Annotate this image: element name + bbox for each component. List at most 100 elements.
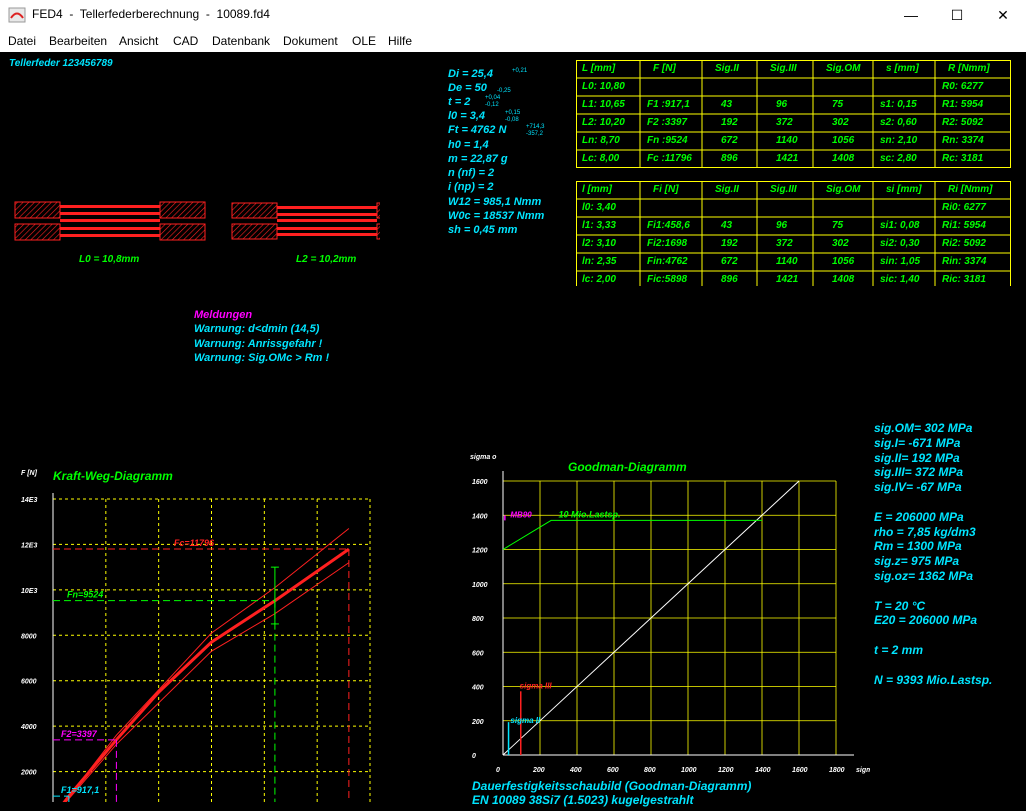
param-ft: Ft = 4762 N — [448, 124, 507, 136]
table1-cell: s2: 0,60 — [880, 117, 917, 128]
menu-ansicht[interactable]: Ansicht — [119, 34, 158, 48]
gm-y-tick-label: 400 — [471, 685, 484, 692]
table1-cell: Rn: 3374 — [942, 135, 984, 146]
table1-cell: R2: 5092 — [942, 117, 984, 128]
menu-datenbank[interactable]: Datenbank — [212, 34, 270, 48]
table2-cell: l1: 3,33 — [582, 220, 616, 231]
table2-header: Sig.II — [715, 184, 739, 195]
tol-t-minus: -0,12 — [485, 102, 499, 108]
spring-drawings — [14, 201, 380, 241]
message-line: Warnung: d<dmin (14,5) — [194, 323, 320, 335]
table1-cell: 43 — [721, 99, 733, 110]
menu-bearbeiten[interactable]: Bearbeiten — [49, 34, 107, 48]
table2-cell: si2: 0,30 — [880, 238, 920, 249]
menu-dokument[interactable]: Dokument — [283, 34, 338, 48]
footer-line: EN 10089 38Si7 (1.5023) kugelgestrahlt — [472, 793, 694, 807]
gm-x-tick-label: 200 — [532, 767, 545, 774]
gm-annotation: 10 Mio.Lastsp. — [559, 509, 621, 519]
table1-cell: F1 :917,1 — [647, 99, 690, 110]
table2-header: Sig.OM — [826, 184, 861, 195]
tol-l0-minus: -0,08 — [505, 117, 519, 123]
material-line: sig.oz= 1362 MPa — [874, 569, 974, 583]
tol-di-plus: +0,21 — [512, 68, 528, 74]
minimize-button[interactable]: — — [888, 0, 934, 30]
table2-cell: si1: 0,08 — [880, 220, 920, 231]
message-line: Warnung: Anrissgefahr ! — [194, 338, 323, 350]
table2-cell: Ri0: 6277 — [942, 202, 986, 213]
table2-cell: Ric: 3181 — [942, 274, 986, 285]
window-title: FED4 - Tellerfederberechnung - 10089.fd4 — [32, 7, 270, 21]
close-button[interactable]: ✕ — [980, 0, 1026, 30]
gm-x-tick-label: 1800 — [829, 767, 845, 774]
table2-header: Sig.III — [770, 184, 797, 195]
table1-cell: sc: 2,80 — [880, 153, 917, 164]
table1-header: Sig.II — [715, 63, 739, 74]
menu-datei[interactable]: Datei — [8, 34, 36, 48]
material-line: E20 = 206000 MPa — [874, 613, 978, 628]
table1-cell: R0: 6277 — [942, 81, 984, 92]
material-line: N = 9393 Mio.Lastsp. — [874, 672, 993, 687]
table2-cell: 896 — [721, 274, 738, 285]
maximize-button[interactable]: ☐ — [934, 0, 980, 30]
gm-y-tick-label: 1000 — [472, 582, 488, 589]
footer-line: Dauerfestigkeitsschaubild (Goodman-Diagr… — [472, 779, 752, 793]
table2-cell: 302 — [832, 238, 849, 249]
menu-cad[interactable]: CAD — [173, 34, 198, 48]
table1-header: s [mm] — [886, 63, 919, 74]
gm-x-tick-label: 0 — [496, 767, 500, 774]
label-l0: L0 = 10,8mm — [79, 254, 140, 265]
results-tables-grid — [576, 60, 1011, 286]
gm-x-tick-label: 400 — [569, 767, 582, 774]
material-line: sig.OM= 302 MPa — [874, 421, 973, 435]
table1-cell: 1421 — [776, 153, 799, 164]
table2-cell: sic: 1,40 — [880, 274, 920, 285]
table2-cell: Fic:5898 — [647, 274, 688, 285]
gm-x-tick-label: 1600 — [792, 767, 808, 774]
material-line: T = 20 °C — [874, 598, 926, 613]
gm-y-axis-label: sigma o — [470, 454, 497, 461]
table2-cell: 192 — [721, 238, 738, 249]
table1-cell: sn: 2,10 — [880, 135, 918, 146]
kraft-weg-chart: 0200040006000800010E312E314E300,511,522,… — [20, 469, 371, 802]
table2-cell: 96 — [776, 220, 788, 231]
table2-cell: 1421 — [776, 274, 799, 285]
gm-chart-title: Goodman-Diagramm — [568, 460, 687, 474]
table1-header: F [N] — [653, 63, 676, 74]
table2-cell: Ri2: 5092 — [942, 238, 986, 249]
kw-y-tick-label: 6000 — [21, 679, 37, 686]
title-bar: FED4 - Tellerfederberechnung - 10089.fd4… — [0, 0, 1026, 30]
param-de: De = 50 — [448, 82, 487, 94]
table2-cell: 1408 — [832, 274, 855, 285]
table2-cell: 372 — [776, 238, 793, 249]
kw-series-main — [62, 547, 350, 802]
spring-stack-l2 — [231, 202, 380, 240]
table1-cell: 96 — [776, 99, 788, 110]
table1-header: Sig.OM — [826, 63, 861, 74]
table2-cell: 43 — [721, 220, 733, 231]
tol-de-minus: -0,25 — [497, 88, 511, 94]
menu-hilfe[interactable]: Hilfe — [388, 34, 412, 48]
table1-cell: 75 — [832, 99, 844, 110]
param-di: Di = 25,4 — [448, 68, 493, 80]
material-line: sig.z= 975 MPa — [874, 554, 960, 569]
main-canvas: Tellerfeder 123456789 Di = 25,4 De = 50 … — [0, 52, 1026, 811]
app-icon — [8, 7, 26, 23]
param-l0: l0 = 3,4 — [448, 110, 486, 122]
table2-header: l [mm] — [582, 184, 612, 195]
label-l2: L2 = 10,2mm — [296, 254, 357, 265]
param-h0: h0 = 1,4 — [448, 139, 489, 151]
material-line: Rm = 1300 MPa — [874, 539, 962, 554]
table1-cell: Fn :9524 — [647, 135, 688, 146]
menu-ole[interactable]: OLE — [352, 34, 376, 48]
param-n: n (nf) = 2 — [448, 167, 495, 179]
gm-y-tick-label: 600 — [472, 650, 484, 657]
table2-cell: Rin: 3374 — [942, 256, 987, 267]
table1-cell: 896 — [721, 153, 738, 164]
material-line: E = 206000 MPa — [874, 509, 964, 524]
table2-cell: Fin:4762 — [647, 256, 688, 267]
table1-header: R [Nmm] — [948, 63, 990, 74]
param-w0c: W0c = 18537 Nmm — [448, 210, 545, 222]
table1-cell: L0: 10,80 — [582, 81, 625, 92]
kw-y-axis-label: F [N] — [21, 470, 38, 477]
tol-ft-plus: +714,3 — [526, 124, 545, 130]
